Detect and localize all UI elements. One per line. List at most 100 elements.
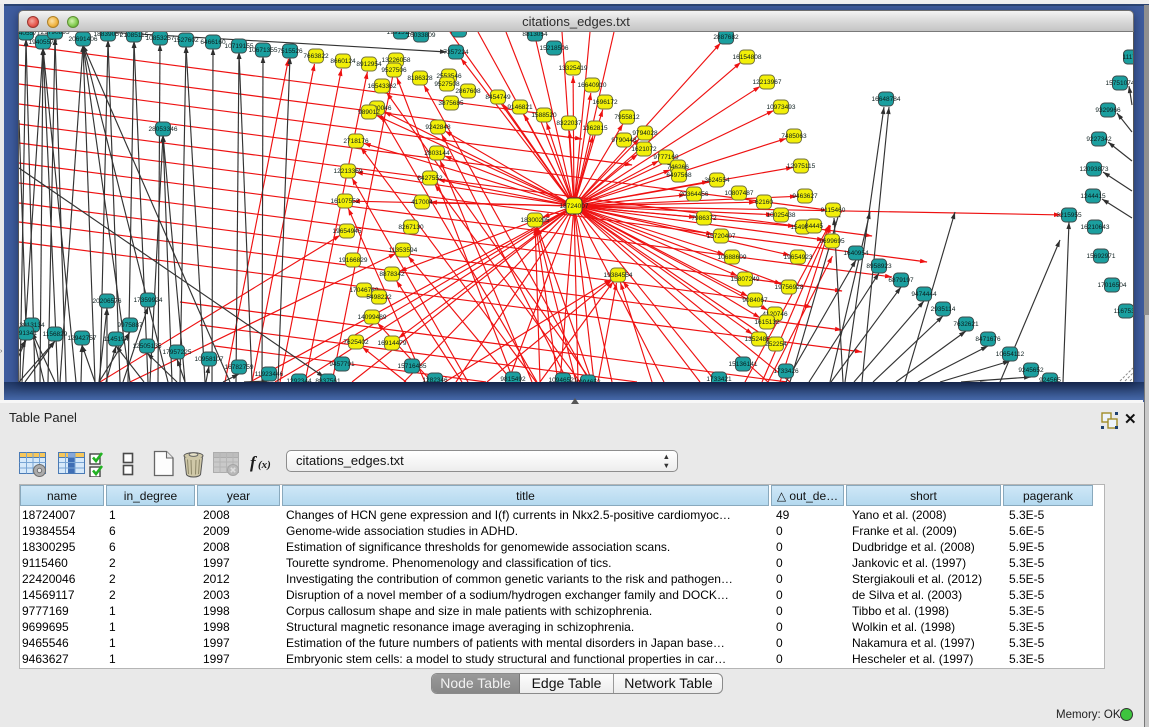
svg-text:417004: 417004 [411, 199, 433, 206]
svg-text:16154808: 16154808 [733, 54, 762, 61]
svg-text:1733426: 1733426 [773, 368, 799, 375]
svg-text:7986372: 7986372 [691, 215, 717, 222]
svg-text:9794028: 9794028 [632, 130, 658, 137]
svg-text:9457791: 9457791 [329, 361, 355, 368]
svg-text:15807249: 15807249 [731, 276, 760, 283]
svg-text:11923446: 11923446 [255, 371, 284, 378]
svg-text:9463627: 9463627 [792, 193, 818, 200]
svg-text:12975115: 12975115 [787, 163, 816, 170]
svg-text:8427552: 8427552 [417, 175, 443, 182]
svg-text:19384554: 19384554 [604, 272, 633, 279]
svg-text:17016504: 17016504 [1098, 282, 1127, 289]
svg-text:1640954: 1640954 [843, 250, 869, 257]
svg-text:9115460: 9115460 [821, 207, 846, 214]
svg-text:8878342: 8878342 [379, 271, 405, 278]
svg-text:1244415: 1244415 [1080, 193, 1106, 200]
svg-text:10958107: 10958107 [195, 356, 224, 363]
svg-text:2935114: 2935114 [931, 306, 956, 313]
svg-text:8267130: 8267130 [398, 224, 424, 231]
svg-text:10807487: 10807487 [725, 190, 754, 197]
svg-text:18839057: 18839057 [94, 32, 123, 38]
svg-text:9146821: 9146821 [507, 104, 533, 111]
svg-text:8322037: 8322037 [556, 120, 582, 127]
svg-text:8471676: 8471676 [975, 336, 1001, 343]
svg-text:15692971: 15692971 [1087, 253, 1116, 260]
svg-text:15252975: 15252975 [445, 32, 474, 34]
svg-text:62160: 62160 [755, 199, 773, 206]
svg-text:10946521: 10946521 [549, 377, 578, 382]
svg-text:10671355: 10671355 [249, 47, 278, 54]
svg-text:1733421: 1733421 [706, 376, 732, 382]
svg-text:84445: 84445 [805, 223, 823, 230]
svg-text:989012: 989012 [358, 109, 380, 116]
svg-text:19654945: 19654945 [333, 228, 362, 235]
svg-text:1292344: 1292344 [286, 378, 312, 382]
svg-text:18300295: 18300295 [521, 217, 550, 224]
svg-text:16543362: 16543362 [368, 83, 397, 90]
svg-text:3875685: 3875685 [438, 100, 464, 107]
svg-text:9227342: 9227342 [1086, 136, 1112, 143]
svg-text:7663822: 7663822 [303, 53, 329, 60]
svg-text:12093873: 12093873 [1080, 166, 1109, 173]
svg-text:1156829: 1156829 [43, 331, 68, 338]
svg-text:3215955: 3215955 [1056, 212, 1082, 219]
svg-text:(x): (x) [258, 459, 271, 471]
svg-text:15136141: 15136141 [729, 361, 758, 368]
svg-text:9474444: 9474444 [911, 291, 937, 298]
svg-text:6497568: 6497568 [666, 172, 692, 179]
svg-text:9242848: 9242848 [425, 124, 451, 131]
svg-text:9527506: 9527506 [381, 67, 407, 74]
svg-text:10688609: 10688609 [718, 254, 747, 261]
svg-text:9975887: 9975887 [117, 322, 143, 329]
svg-text:19166829: 19166829 [339, 257, 368, 264]
svg-text:15716485: 15716485 [398, 363, 427, 370]
svg-text:8660124: 8660124 [330, 58, 356, 65]
svg-text:5498222: 5498222 [366, 294, 392, 301]
svg-text:16782759: 16782759 [225, 364, 254, 371]
svg-text:8912954: 8912954 [356, 61, 382, 68]
svg-text:7515526: 7515526 [277, 48, 303, 55]
svg-text:19405572: 19405572 [29, 39, 58, 46]
svg-text:12942757: 12942757 [68, 335, 97, 342]
svg-text:9790448: 9790448 [611, 137, 637, 144]
svg-text:924565: 924565 [1039, 377, 1061, 382]
svg-text:10025438: 10025438 [767, 212, 796, 219]
svg-text:9815492: 9815492 [500, 376, 526, 382]
svg-text:12213967: 12213967 [753, 79, 782, 86]
svg-text:1145194: 1145194 [104, 336, 129, 343]
svg-text:12505135: 12505135 [133, 343, 162, 350]
svg-text:10654112: 10654112 [996, 351, 1025, 358]
svg-text:13325419: 13325419 [559, 65, 588, 72]
svg-text:1167534: 1167534 [1114, 308, 1133, 315]
svg-text:16914479: 16914479 [378, 340, 407, 347]
svg-text:f: f [250, 453, 258, 472]
svg-text:2718176: 2718176 [343, 138, 369, 145]
svg-text:20364456: 20364456 [680, 191, 709, 198]
svg-text:8186328: 8186328 [407, 75, 433, 82]
svg-text:16210643: 16210643 [1081, 224, 1110, 231]
svg-text:2867608: 2867608 [455, 88, 481, 95]
svg-text:7625402: 7625402 [343, 339, 369, 346]
svg-text:9329966: 9329966 [1095, 107, 1121, 114]
svg-text:11174: 11174 [1122, 54, 1133, 61]
svg-text:17957225: 17957225 [163, 349, 192, 356]
svg-text:12213369: 12213369 [334, 168, 363, 175]
svg-text:11353594: 11353594 [389, 247, 418, 254]
svg-text:1615132: 1615132 [754, 319, 780, 326]
svg-text:10973493: 10973493 [767, 104, 796, 111]
svg-text:1588520: 1588520 [531, 112, 557, 119]
svg-text:8958923: 8958923 [866, 263, 892, 270]
svg-text:15720407: 15720407 [707, 233, 736, 240]
svg-text:8837561: 8837561 [315, 378, 341, 382]
svg-text:7485063: 7485063 [781, 133, 807, 140]
svg-text:17359924: 17359924 [134, 297, 163, 304]
svg-text:1527602: 1527602 [173, 37, 199, 44]
svg-text:21790895: 21790895 [41, 32, 70, 36]
svg-text:8454749: 8454749 [485, 94, 511, 101]
svg-text:2803144: 2803144 [424, 150, 450, 157]
svg-text:7357224: 7357224 [443, 49, 469, 56]
svg-text:252254: 252254 [765, 341, 787, 348]
svg-text:7955812: 7955812 [614, 114, 640, 121]
svg-text:16648784: 16648784 [872, 96, 901, 103]
svg-text:10853257: 10853257 [146, 35, 175, 42]
